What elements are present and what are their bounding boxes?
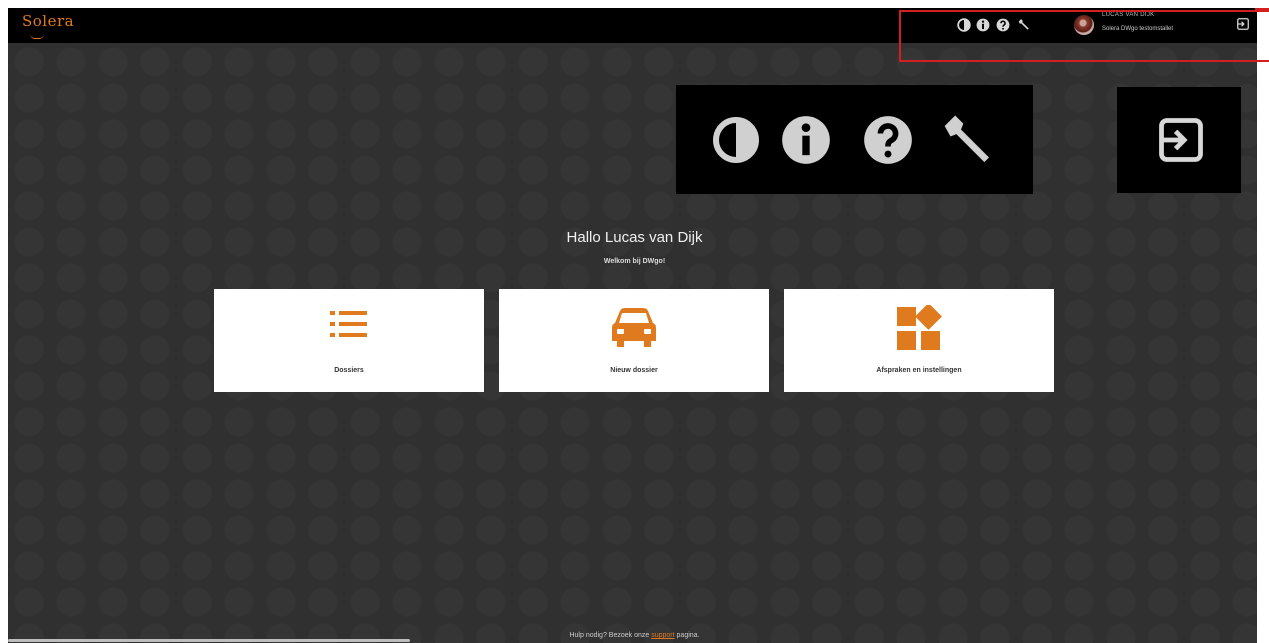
info-icon-large xyxy=(782,116,830,164)
solera-logo[interactable]: Solera xyxy=(22,12,74,30)
footer-help-text: Hulp nodig? Bezoek onze support pagina. xyxy=(0,632,1269,639)
greeting-title: Hallo Lucas van Dijk xyxy=(566,229,703,246)
logout-icon-large xyxy=(1159,118,1203,162)
afspraken-instellingen-card[interactable]: Afspraken en instellingen xyxy=(784,289,1054,392)
wrench-icon-large xyxy=(944,115,989,163)
annotation-line-top xyxy=(1255,8,1269,10)
car-icon xyxy=(612,308,656,347)
horizontal-scrollbar[interactable] xyxy=(8,639,410,642)
annotation-highlight-box xyxy=(899,10,1269,62)
apps-icon xyxy=(897,305,942,350)
nieuw-dossier-label: Nieuw dossier xyxy=(610,367,658,374)
zoomed-logout xyxy=(1117,87,1241,193)
help-icon-large xyxy=(864,116,912,164)
logo-swoosh xyxy=(30,34,44,39)
zoomed-toolbar-icons xyxy=(676,85,1033,194)
footer-text-after: pagina. xyxy=(676,632,700,639)
annotation-line-bottom xyxy=(1255,60,1269,62)
dossiers-card[interactable]: Dossiers xyxy=(214,289,484,392)
support-link[interactable]: support xyxy=(651,632,674,639)
contrast-icon-large xyxy=(713,117,759,163)
nieuw-dossier-card[interactable]: Nieuw dossier xyxy=(499,289,769,392)
afspraken-instellingen-label: Afspraken en instellingen xyxy=(876,367,962,374)
welcome-subtitle: Welkom bij DWgo! xyxy=(603,258,666,265)
footer-text-before: Hulp nodig? Bezoek onze xyxy=(569,632,650,639)
dossiers-label: Dossiers xyxy=(334,367,364,374)
list-icon xyxy=(330,311,367,337)
